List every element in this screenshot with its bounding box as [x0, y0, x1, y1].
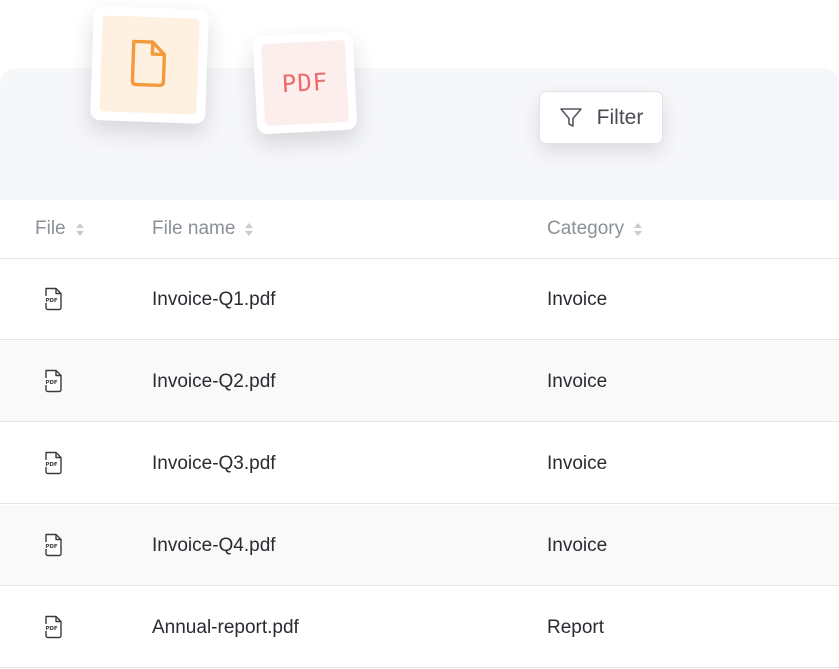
column-header-file[interactable]: File — [35, 200, 84, 258]
svg-text:PDF: PDF — [45, 298, 58, 304]
column-header-label: Category — [547, 218, 625, 239]
svg-text:PDF: PDF — [45, 544, 58, 550]
column-header-file-name[interactable]: File name — [152, 200, 254, 258]
pdf-file-icon: PDF — [44, 615, 62, 639]
table-row[interactable]: PDF Invoice-Q2.pdf Invoice — [0, 341, 839, 422]
table-row[interactable]: PDF Invoice-Q1.pdf Invoice — [0, 259, 839, 340]
filter-funnel-icon — [559, 107, 582, 127]
filter-button[interactable]: Filter — [539, 91, 663, 144]
svg-text:PDF: PDF — [45, 462, 58, 468]
table-header: File File name Category — [0, 200, 839, 259]
files-panel: Filter File File name Category PDF Invoic… — [0, 68, 839, 669]
file-name-cell: Annual-report.pdf — [152, 616, 299, 638]
sort-icon — [75, 222, 84, 236]
pdf-file-icon: PDF — [44, 369, 62, 393]
category-cell: Invoice — [547, 288, 608, 310]
pdf-file-icon: PDF — [44, 287, 62, 311]
category-cell: Invoice — [547, 534, 608, 556]
sort-icon — [245, 222, 254, 236]
category-cell: Invoice — [547, 452, 608, 474]
column-header-category[interactable]: Category — [547, 200, 643, 258]
svg-text:PDF: PDF — [45, 380, 58, 386]
sort-icon — [634, 222, 643, 236]
file-name-cell: Invoice-Q3.pdf — [152, 452, 276, 474]
document-card — [90, 6, 209, 124]
table-row[interactable]: PDF Invoice-Q4.pdf Invoice — [0, 505, 839, 586]
column-header-label: File — [35, 218, 66, 239]
pdf-card-label: PDF — [281, 67, 329, 99]
pdf-file-icon: PDF — [44, 533, 62, 557]
svg-text:PDF: PDF — [45, 626, 58, 632]
file-name-cell: Invoice-Q2.pdf — [152, 370, 276, 392]
category-cell: Report — [547, 616, 605, 638]
table-row[interactable]: PDF Annual-report.pdf Report — [0, 587, 839, 668]
file-name-cell: Invoice-Q4.pdf — [152, 534, 276, 556]
file-name-cell: Invoice-Q1.pdf — [152, 288, 276, 310]
filter-button-label: Filter — [596, 105, 644, 129]
pdf-card: PDF — [252, 31, 358, 135]
document-icon — [130, 39, 167, 88]
pdf-file-icon: PDF — [44, 451, 62, 475]
column-header-label: File name — [152, 218, 236, 239]
category-cell: Invoice — [547, 370, 608, 392]
table-row[interactable]: PDF Invoice-Q3.pdf Invoice — [0, 423, 839, 504]
